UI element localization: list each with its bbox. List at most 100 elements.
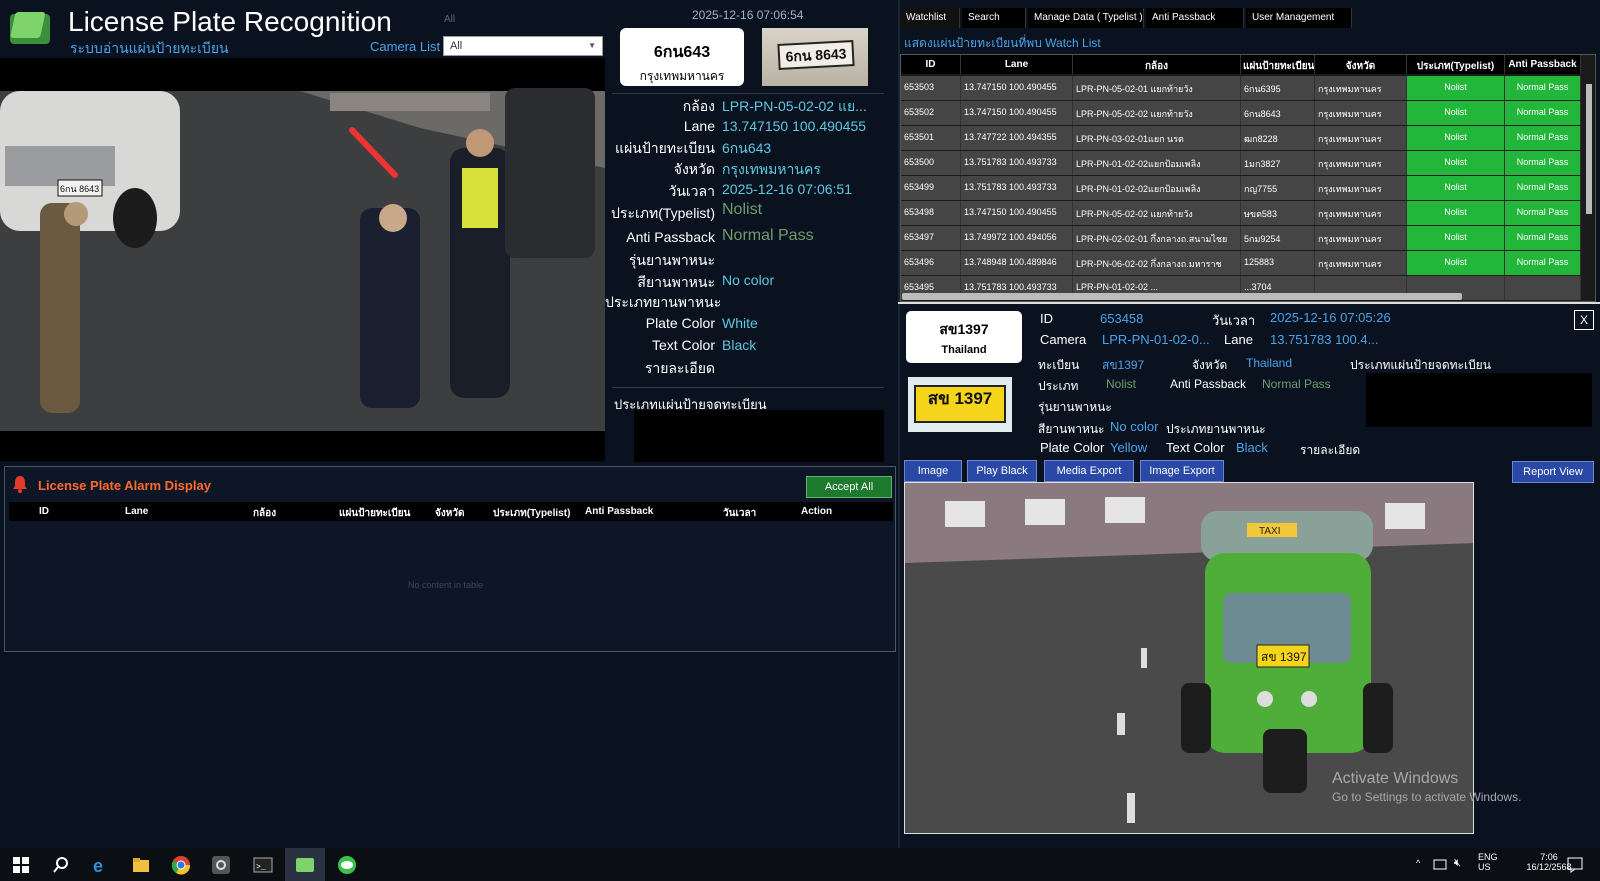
image-button[interactable]: Image [904, 460, 962, 482]
language-indicator[interactable]: ENG US [1478, 852, 1498, 872]
internet-explorer-icon[interactable]: e [90, 854, 112, 876]
plate-crop-text: 6กน 8643 [777, 40, 855, 70]
close-detail-button[interactable]: X [1574, 310, 1594, 330]
watchlist-horizontal-scrollbar[interactable] [902, 293, 1462, 300]
table-cell: Normal Pass [1505, 101, 1581, 125]
table-cell: Nolist [1407, 151, 1505, 175]
detail-vehicle-type-label: ประเภทยานพาหนะ [1166, 422, 1266, 436]
camera-list-label: Camera List [370, 39, 441, 54]
detail-text-color-value: Black [1236, 440, 1268, 455]
table-cell: 653497 [901, 226, 961, 250]
line-app-icon[interactable] [336, 854, 358, 876]
table-cell: Nolist [1407, 251, 1505, 275]
live-camera-view[interactable]: 6กน 8643 [0, 58, 605, 461]
scrollbar-thumb[interactable] [1586, 84, 1592, 214]
table-row[interactable]: 653499 13.751783 100.493733 LPR-PN-01-02-0… [901, 175, 1581, 200]
table-row[interactable]: 653502 13.747150 100.490455 LPR-PN-05-02-0… [901, 100, 1581, 125]
image-export-button[interactable]: Image Export [1140, 460, 1224, 482]
windows-start-icon[interactable] [10, 854, 32, 876]
notification-icon[interactable] [1566, 856, 1584, 874]
alarm-col-action: Action [801, 506, 833, 517]
file-explorer-icon[interactable] [130, 854, 152, 876]
watchlist-title: แสดงแผ่นป้ายทะเบียนที่พบ Watch List [904, 36, 1101, 50]
bell-icon [13, 476, 27, 493]
tab-user-management[interactable]: User Management [1246, 8, 1352, 28]
table-cell: กรุงเทพมหานคร [1315, 251, 1407, 275]
detail-lane-value: 13.751783 100.4... [1270, 332, 1379, 347]
table-cell: กรุงเทพมหานคร [1315, 226, 1407, 250]
table-cell: LPR-PN-05-02-02 แยกท้ายวัง [1073, 201, 1241, 225]
detail-datetime-label: วันเวลา [1212, 313, 1256, 328]
alarm-col-camera: กล้อง [253, 508, 277, 519]
table-cell: 653498 [901, 201, 961, 225]
search-icon[interactable] [50, 854, 72, 876]
accept-all-button[interactable]: Accept All [806, 476, 892, 498]
wl-col-id: ID [901, 55, 961, 74]
table-row[interactable]: 653497 13.749972 100.494056 LPR-PN-02-02-0… [901, 225, 1581, 250]
watchlist-vertical-scrollbar[interactable] [1584, 84, 1594, 294]
tab-search[interactable]: Search [962, 8, 1026, 28]
table-cell: ษขต583 [1241, 201, 1315, 225]
current-plate-crop-image: 6กน 8643 [762, 28, 868, 86]
table-cell: 13.751783 100.493733 [961, 176, 1073, 200]
table-row[interactable]: 653500 13.751783 100.493733 LPR-PN-01-02-0… [901, 150, 1581, 175]
table-row[interactable]: 653496 13.748948 100.489846 LPR-PN-06-02-0… [901, 250, 1581, 275]
table-cell: Nolist [1407, 201, 1505, 225]
camera-list-select[interactable]: All ▼ [443, 36, 603, 56]
lpr-app-taskbar-icon[interactable] [294, 854, 316, 876]
volume-icon[interactable]: 🔇︎ [1454, 857, 1461, 870]
table-cell [1505, 276, 1581, 300]
detail-province-value: Thailand [1246, 356, 1293, 370]
plate-type-image-box [634, 410, 884, 462]
alarm-col-plate: แผ่นป้ายทะเบียน [339, 508, 411, 519]
table-cell: LPR-PN-06-02-02 กึ่งกลางถ.มหาราช [1073, 251, 1241, 275]
app-logo-icon [10, 12, 50, 44]
info-divider-bottom [612, 387, 884, 388]
camera-scene-image: 6กน 8643 [0, 58, 605, 461]
table-cell: Nolist [1407, 101, 1505, 125]
settings-app-icon[interactable] [210, 854, 232, 876]
detail-plate-value: สข1397 [1102, 358, 1145, 372]
alarm-display-panel [4, 466, 896, 652]
tab-manage-data[interactable]: Manage Data ( Typelist ) [1028, 8, 1144, 28]
network-icon[interactable] [1432, 857, 1448, 873]
table-cell: กรุงเทพมหานคร [1315, 101, 1407, 125]
current-plate-province: กรุงเทพมหานคร [639, 69, 725, 83]
table-cell: Normal Pass [1505, 76, 1581, 100]
table-cell: 5กม9254 [1241, 226, 1315, 250]
tab-anti-passback[interactable]: Anti Passback [1146, 8, 1244, 28]
wl-col-camera: กล้อง [1073, 55, 1241, 74]
taxi-sign-text: TAXI [1259, 526, 1280, 537]
detail-plate-country: Thailand [941, 344, 987, 356]
table-cell: LPR-PN-05-02-02 แยกท้ายวัง [1073, 101, 1241, 125]
detail-text-color-label: Text Color [1166, 440, 1225, 455]
table-cell: Nolist [1407, 226, 1505, 250]
current-plate-number: 6กน643 [653, 44, 711, 61]
chrome-icon[interactable] [170, 854, 192, 876]
chevron-up-icon[interactable]: ^ [1416, 858, 1420, 868]
table-cell: 6กน8643 [1241, 101, 1315, 125]
table-row[interactable]: 653501 13.747722 100.494355 LPR-PN-03-02-0… [901, 125, 1581, 150]
table-cell: Normal Pass [1505, 251, 1581, 275]
report-view-button[interactable]: Report View [1512, 461, 1594, 483]
table-row[interactable]: 653498 13.747150 100.490455 LPR-PN-05-02-0… [901, 200, 1581, 225]
table-cell: 13.751783 100.493733 [961, 151, 1073, 175]
alarm-col-typelist: ประเภท(Typelist) [493, 508, 571, 519]
play-black-button[interactable]: Play Black [967, 460, 1037, 482]
table-cell: LPR-PN-05-02-01 แยกท้ายวัง [1073, 76, 1241, 100]
wl-col-province: จังหวัด [1315, 55, 1407, 74]
chevron-down-icon: ▼ [588, 41, 596, 50]
table-cell: กญ7755 [1241, 176, 1315, 200]
detail-id-label: ID [1040, 311, 1053, 326]
terminal-icon[interactable]: >_ [252, 854, 274, 876]
app-subtitle: ระบบอ่านแผ่นป้ายทะเบียน [70, 40, 229, 56]
alarm-table-header: ID Lane กล้อง แผ่นป้ายทะเบียน จังหวัด ปร… [9, 502, 893, 521]
table-row[interactable]: 653503 13.747150 100.490455 LPR-PN-05-02-0… [901, 75, 1581, 100]
media-export-button[interactable]: Media Export [1044, 460, 1134, 482]
tab-watchlist[interactable]: Watchlist [900, 8, 960, 28]
table-cell: LPR-PN-03-02-01แยก นรต [1073, 126, 1241, 150]
table-cell: 653499 [901, 176, 961, 200]
table-cell: 653500 [901, 151, 961, 175]
detail-province-label: จังหวัด [1192, 358, 1228, 372]
table-cell: กรุงเทพมหานคร [1315, 201, 1407, 225]
